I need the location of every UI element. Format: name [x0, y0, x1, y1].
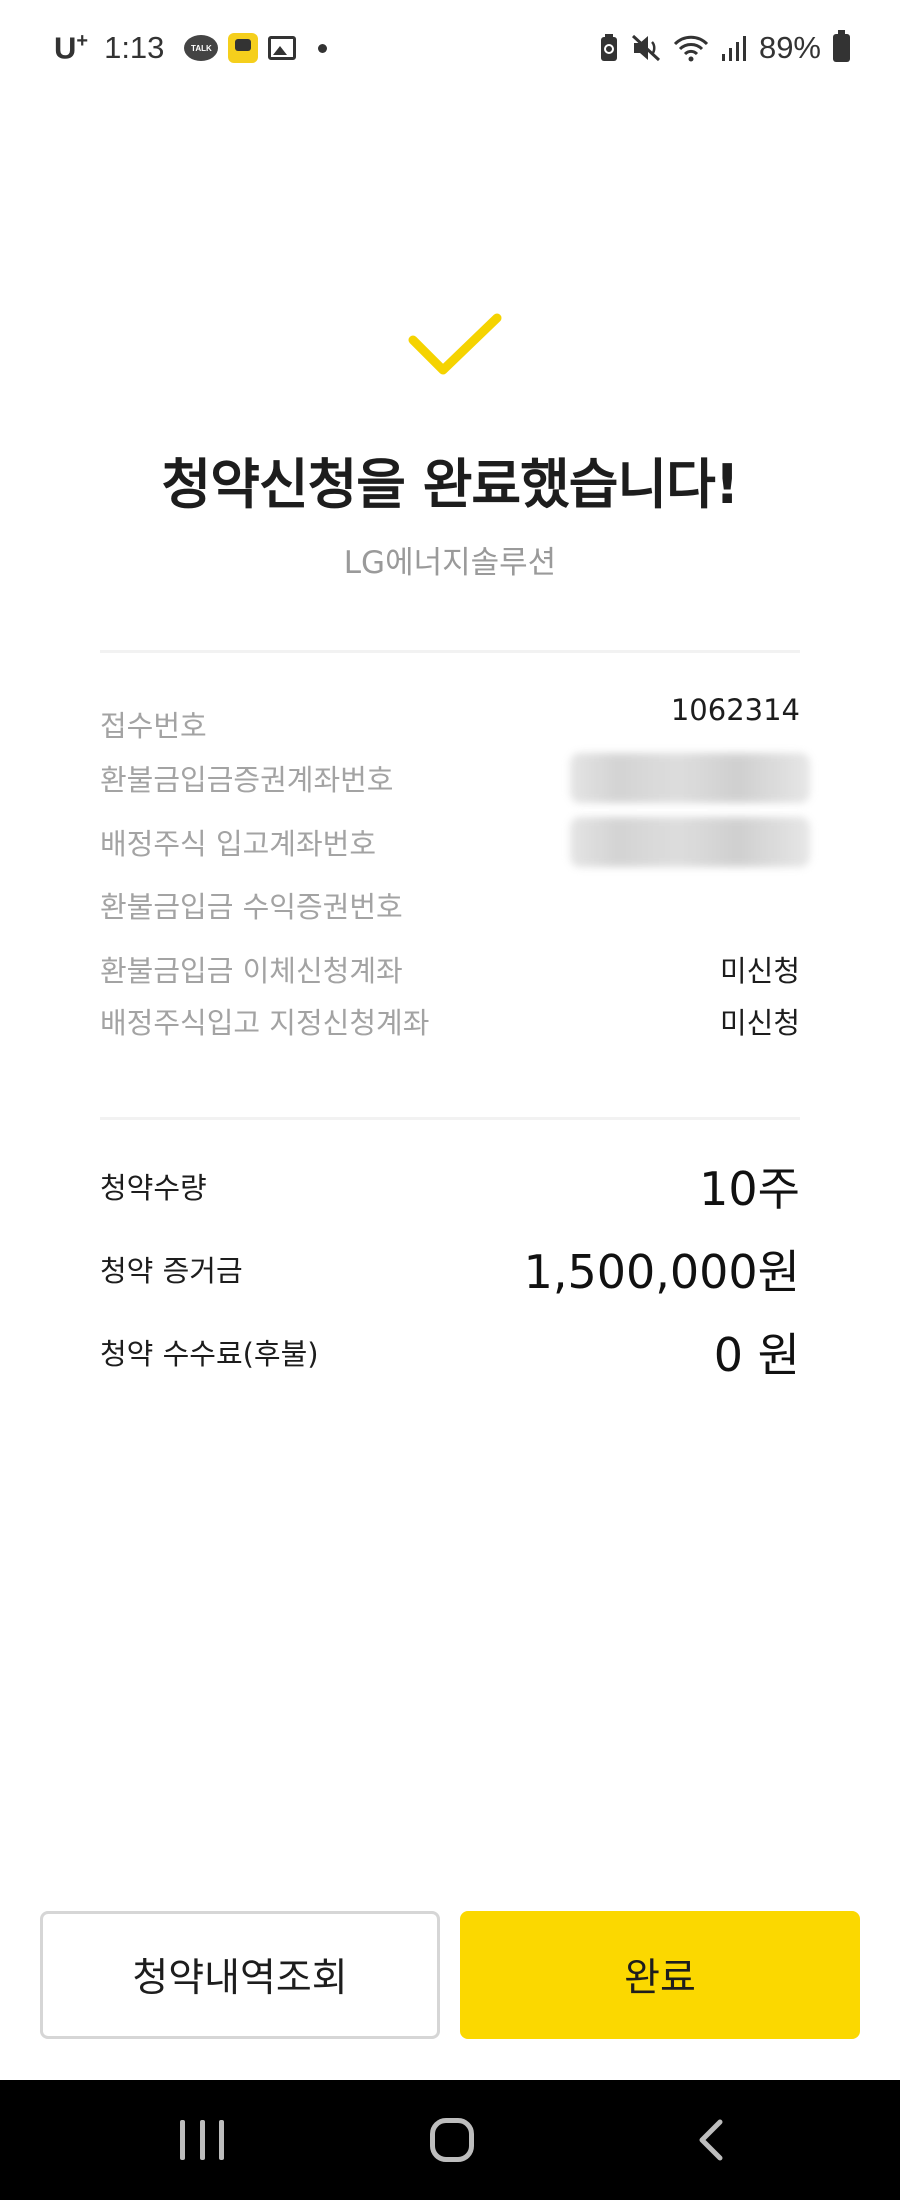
status-left: U+ 1:13 TALK	[54, 26, 328, 70]
summary-label: 청약 증거금	[100, 1254, 243, 1288]
status-time: 1:13	[104, 30, 165, 65]
wifi-icon	[673, 35, 709, 62]
done-button[interactable]: 완료	[460, 1911, 860, 2039]
mute-icon	[631, 34, 660, 62]
middle-divider	[100, 1117, 800, 1120]
detail-value: 미신청	[719, 1006, 800, 1040]
battery-saver-icon	[600, 34, 617, 61]
back-icon[interactable]	[690, 2118, 734, 2162]
redacted-account-number	[570, 753, 810, 803]
quantity-value: 10주	[699, 1162, 800, 1216]
detail-row-stock-designated: 배정주식입고 지정신청계좌 미신청	[100, 1001, 800, 1041]
checkmark-icon	[408, 313, 502, 375]
page-title: 청약신청을 완료했습니다!	[161, 453, 740, 516]
summary-label: 청약 수수료(후불)	[100, 1337, 319, 1371]
detail-label: 배정주식 입고계좌번호	[100, 827, 377, 861]
company-name: LG에너지솔루션	[343, 545, 557, 581]
signal-icon	[721, 36, 746, 61]
detail-row-refund-securities: 환불금입금 수익증권번호	[100, 885, 800, 925]
gallery-icon	[268, 36, 297, 60]
detail-row-refund-transfer: 환불금입금 이체신청계좌 미신청	[100, 949, 800, 989]
detail-label: 환불금입금 수익증권번호	[100, 890, 403, 924]
detail-label: 접수번호	[100, 709, 207, 743]
detail-label: 환불금입금증권계좌번호	[100, 763, 394, 797]
summary-row-deposit: 청약 증거금 1,500,000원	[100, 1241, 800, 1299]
top-divider	[100, 650, 800, 653]
detail-row-stock-account: 배정주식 입고계좌번호	[100, 817, 810, 867]
talk-icon: TALK	[184, 35, 219, 61]
receipt-number-value: 1062314	[670, 693, 800, 727]
detail-label: 환불금입금 이체신청계좌	[100, 954, 403, 988]
battery-icon	[833, 30, 850, 62]
more-notifications-dot-icon	[318, 43, 328, 53]
status-right: 89%	[599, 26, 850, 70]
fee-value: 0 원	[713, 1328, 800, 1382]
recent-apps-icon[interactable]	[180, 2120, 224, 2160]
summary-row-quantity: 청약수량 10주	[100, 1158, 800, 1216]
home-icon[interactable]	[430, 2118, 474, 2162]
deposit-value: 1,500,000원	[523, 1245, 800, 1299]
status-bar: U+ 1:13 TALK 89%	[0, 0, 900, 96]
detail-row-receipt-number: 접수번호 1062314	[100, 693, 800, 743]
detail-value: 미신청	[719, 954, 800, 988]
system-nav-bar	[0, 2080, 900, 2200]
kakao-app-icon	[228, 33, 259, 63]
battery-percent: 89%	[758, 30, 821, 65]
summary-row-fee: 청약 수수료(후불) 0 원	[100, 1324, 800, 1382]
detail-label: 배정주식입고 지정신청계좌	[100, 1006, 430, 1040]
carrier-plus: +	[76, 29, 89, 52]
carrier-label: U+	[54, 30, 88, 66]
redacted-account-number	[570, 817, 810, 867]
view-subscription-history-button[interactable]: 청약내역조회	[40, 1911, 440, 2039]
detail-row-refund-account: 환불금입금증권계좌번호	[100, 753, 810, 803]
carrier-name: U	[54, 30, 77, 66]
summary-label: 청약수량	[100, 1171, 207, 1205]
